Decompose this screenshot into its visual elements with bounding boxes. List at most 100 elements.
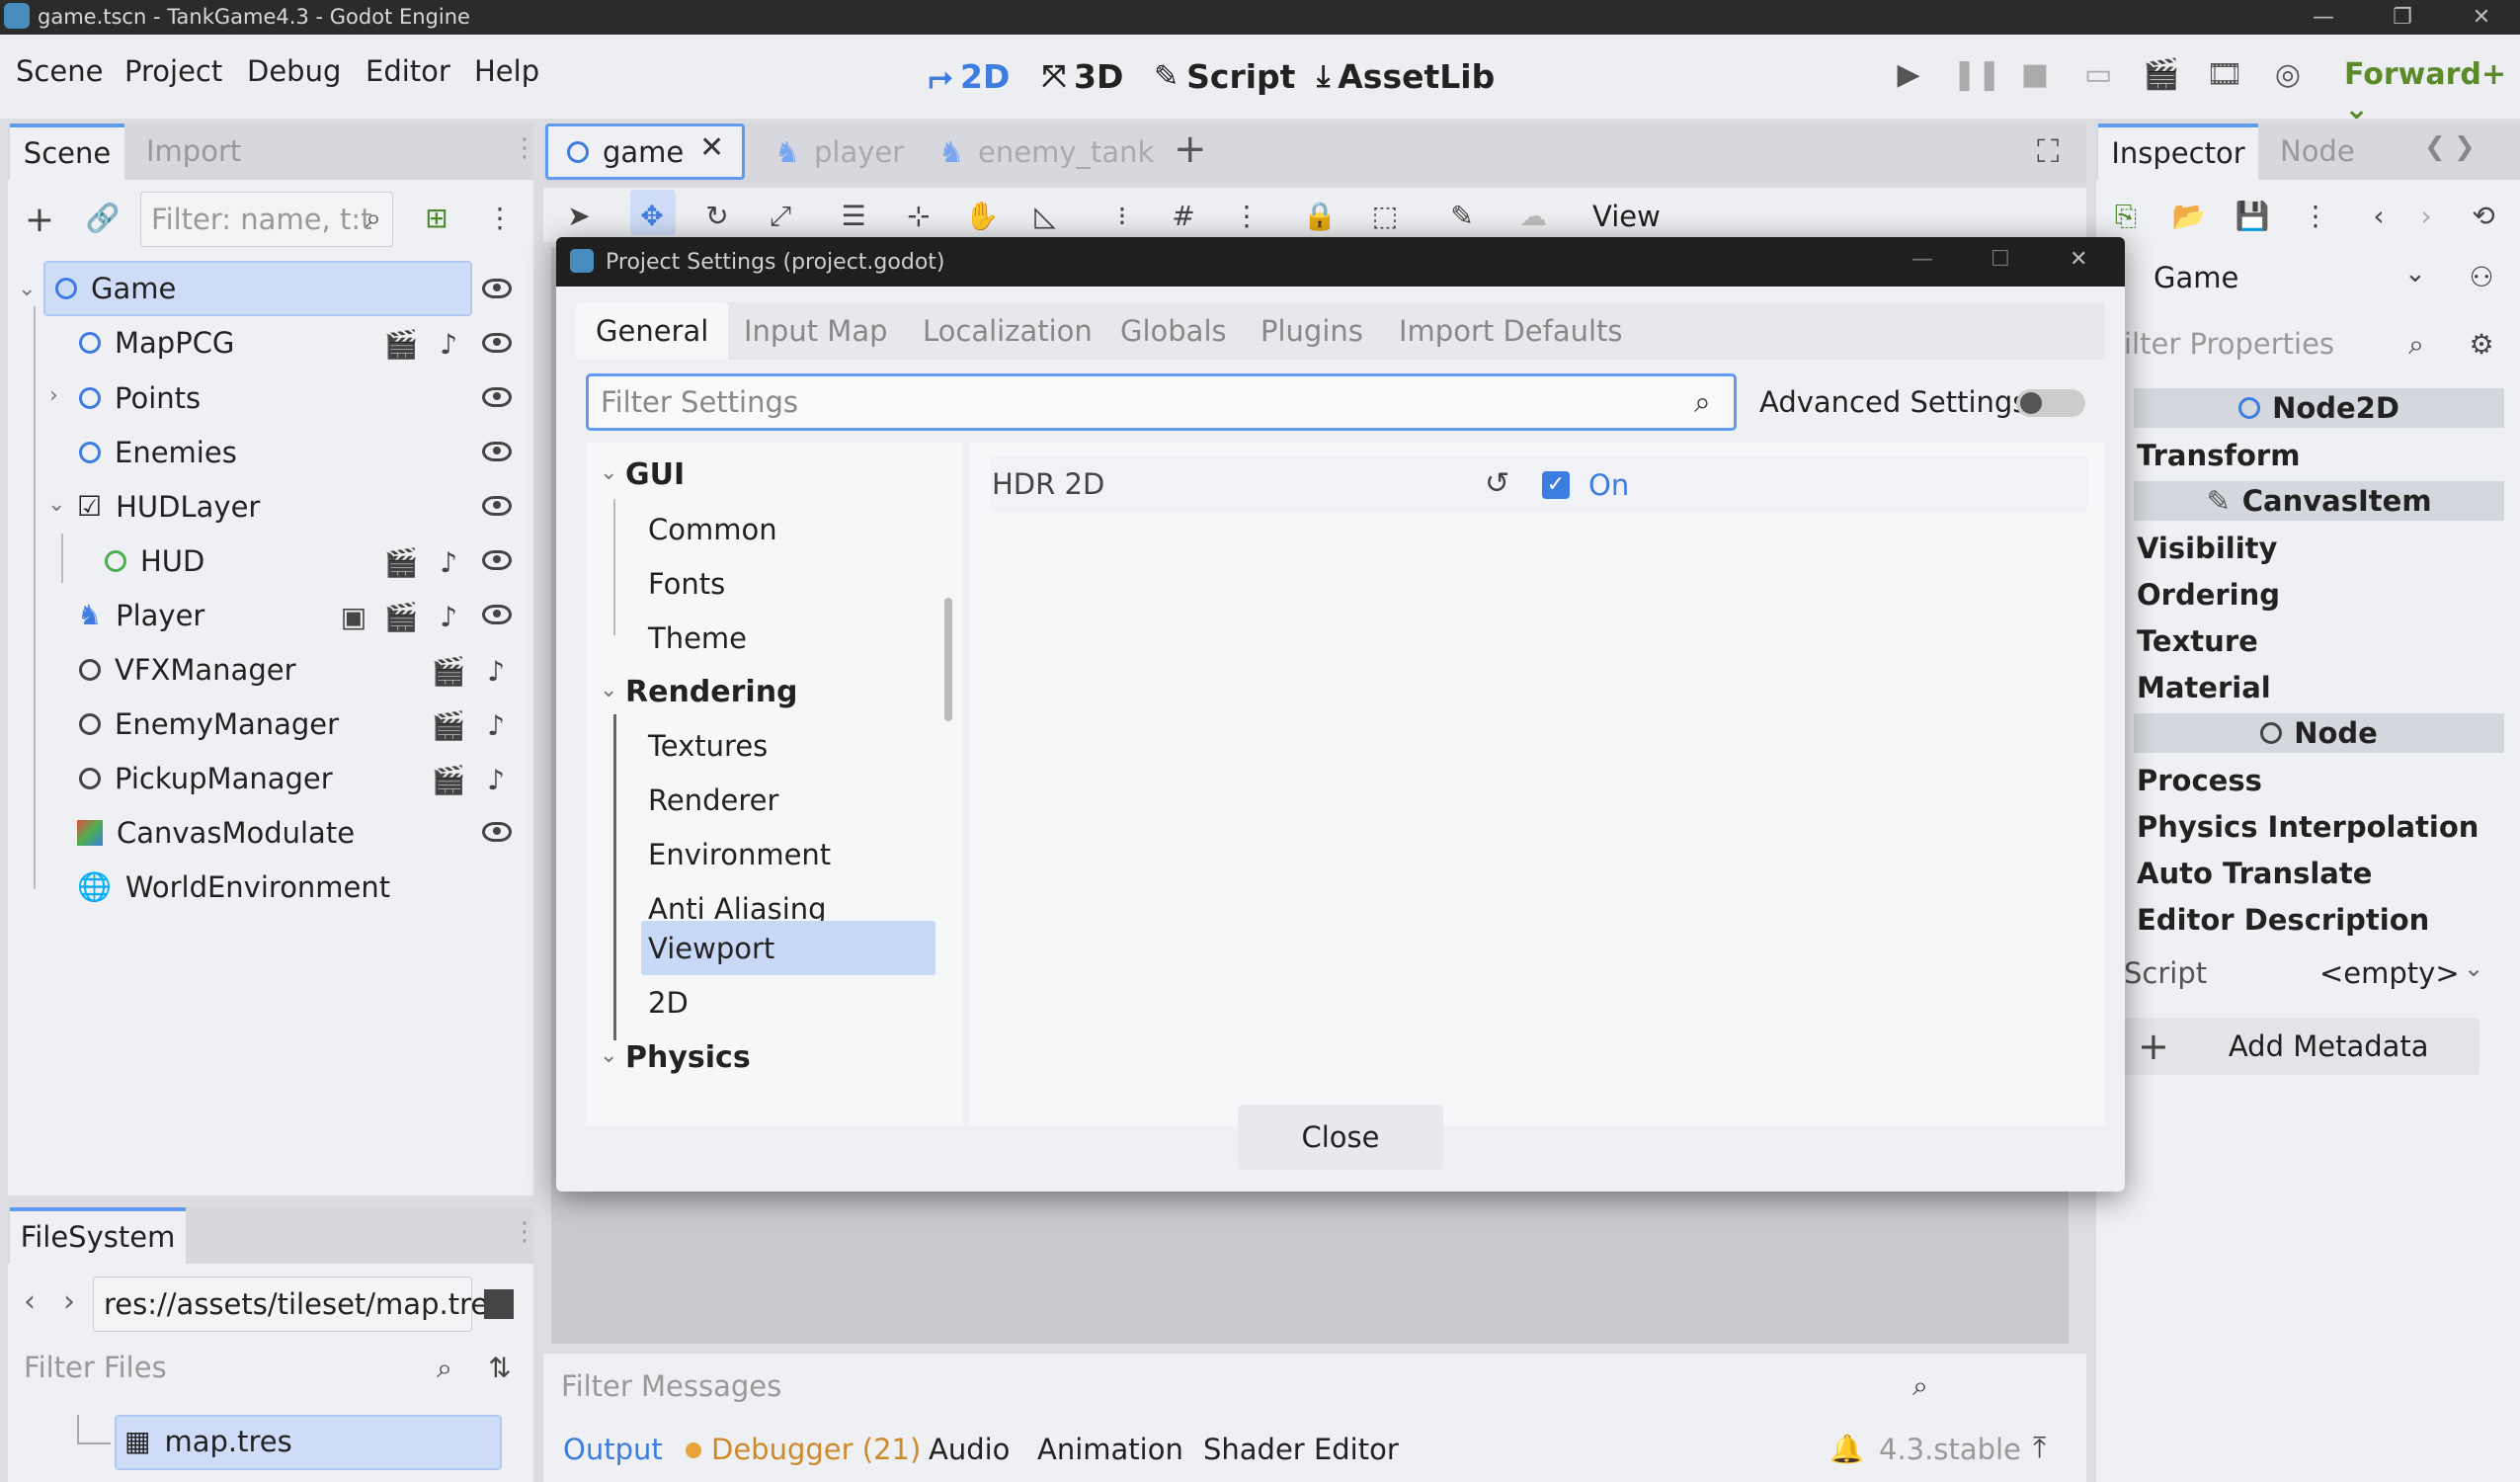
forward-icon[interactable]: › [63,1284,75,1319]
tree-node-pickupmanager[interactable]: PickupManager [79,762,333,795]
inspector-physics-interpolation[interactable]: Physics Interpolation [2137,810,2479,844]
category-gui-theme[interactable]: Theme [648,621,747,655]
scene-instance-icon[interactable]: 🎬 [431,655,466,688]
menu-help[interactable]: Help [474,54,539,88]
workspace-3d[interactable]: ⤧ 3D [1042,57,1123,96]
play-scene-icon[interactable]: 🎬 [2142,57,2181,92]
category-rendering-viewport[interactable]: Viewport [648,932,774,965]
expand-panel-icon[interactable]: ⤒ [2033,1431,2046,1465]
file-item-map-tres[interactable]: ▦ map.tres [124,1425,292,1458]
select-tool-icon[interactable]: ➤ [561,200,597,232]
workspace-2d[interactable]: ⮣ 2D [929,57,1010,96]
tree-node-hudlayer[interactable]: ☑ HUDLayer [77,490,260,524]
workspace-script[interactable]: ✎ Script [1154,57,1295,96]
link-icon[interactable]: 🔗 [85,202,121,234]
lock-icon[interactable]: 🔒 [1302,200,1338,232]
visibility-eye-icon[interactable] [482,387,512,407]
add-metadata-button[interactable]: + Add Metadata [2124,1018,2479,1075]
advanced-settings-toggle[interactable] [2016,389,2085,417]
tree-node-vfxmanager[interactable]: VFXManager [79,653,296,687]
collapse-arrow-icon[interactable]: ⌄ [600,460,617,485]
script-attached-icon[interactable]: ♪ [478,709,514,742]
remote-debug-icon[interactable]: ▭ [2078,57,2118,92]
tab-shader-editor[interactable]: Shader Editor [1203,1433,1399,1466]
tree-node-points[interactable]: Points [79,381,201,415]
script-attached-icon[interactable]: ♪ [478,655,514,688]
tab-debugger[interactable]: Debugger (21) [711,1433,921,1466]
collapse-arrow-icon[interactable]: ⌄ [47,492,65,517]
tab-animation[interactable]: Animation [1037,1433,1183,1466]
script-attached-icon[interactable]: ♪ [431,546,466,579]
tree-node-game[interactable]: Game [55,272,176,305]
view-menu[interactable]: View [1592,200,1661,233]
dialog-tab-import-defaults[interactable]: Import Defaults [1399,314,1623,348]
workspace-assetlib[interactable]: ⤓ AssetLib [1317,57,1495,96]
save-resource-icon[interactable]: 💾 [2235,200,2270,232]
history-icon[interactable]: ⟲ [2466,200,2501,232]
visibility-eye-icon[interactable] [482,605,512,624]
inspector-transform[interactable]: Transform [2137,439,2300,472]
pivot-tool-icon[interactable]: ⊹ [901,200,936,232]
editor-tab-player[interactable]: ♞ player [774,135,904,169]
inspector-editor-description[interactable]: Editor Description [2137,903,2429,937]
visibility-eye-icon[interactable] [482,822,512,842]
history-forward-icon[interactable]: › [2408,200,2444,232]
distraction-free-icon[interactable]: ⛶ [2037,132,2059,171]
next-dock-icon[interactable]: ❯ [2454,132,2476,162]
tree-node-hud[interactable]: HUD [105,544,204,578]
category-rendering-textures[interactable]: Textures [648,729,768,763]
close-tab-icon[interactable]: ✕ [699,130,724,165]
filter-files-input[interactable]: Filter Files [14,1340,468,1395]
close-button[interactable]: Close [1238,1105,1443,1170]
pan-tool-icon[interactable]: ✋ [964,200,1000,232]
play-custom-scene-icon[interactable]: 🎞 [2205,57,2244,92]
dialog-tab-general[interactable]: General [576,302,729,360]
category-gui-fonts[interactable]: Fonts [648,567,725,601]
inspector-section-node2d[interactable]: Node2D [2134,388,2504,428]
tab-scene[interactable]: Scene [10,124,124,180]
minimize-button[interactable]: — [2284,0,2363,35]
cloud-icon[interactable]: ☁ [1515,200,1551,232]
object-properties-icon[interactable]: ⚇ [2464,261,2499,293]
visibility-eye-icon[interactable] [482,496,512,516]
renderer-select[interactable]: Forward+ ⌄ [2344,57,2520,126]
tree-scrollbar[interactable] [944,598,952,721]
scene-instance-icon[interactable]: 🎬 [431,764,466,796]
menu-debug[interactable]: Debug [247,54,341,88]
category-rendering-environment[interactable]: Environment [648,838,831,871]
category-rendering[interactable]: Rendering [625,675,798,709]
script-attached-icon[interactable]: ♪ [478,764,514,796]
dialog-tab-input-map[interactable]: Input Map [744,314,888,348]
dialog-tab-plugins[interactable]: Plugins [1260,314,1363,348]
inspector-auto-translate[interactable]: Auto Translate [2137,857,2372,890]
inspector-material[interactable]: Material [2137,671,2271,704]
property-filter-icon[interactable]: ⚙ [2464,328,2499,361]
expand-arrow-icon[interactable]: › [49,383,58,408]
dialog-minimize-button[interactable]: — [1911,247,1933,272]
script-attached-icon[interactable]: ♪ [431,328,466,361]
hdr-2d-checkbox[interactable]: ✓ [1542,471,1570,499]
tab-import[interactable]: Import [146,134,241,168]
group-icon[interactable]: ▣ [336,601,371,633]
inspector-ordering[interactable]: Ordering [2137,578,2280,612]
tree-node-enemies[interactable]: Enemies [79,436,237,469]
instance-scene-icon[interactable]: ⊞ [419,202,454,234]
inspected-object[interactable]: Game [2154,261,2238,294]
bone-icon[interactable]: ✎ [1444,200,1480,232]
revert-icon[interactable]: ↺ [1485,466,1509,501]
dialog-tab-localization[interactable]: Localization [923,314,1093,348]
script-attached-icon[interactable]: ♪ [431,601,466,633]
category-rendering-renderer[interactable]: Renderer [648,783,778,817]
tree-node-canvasmodulate[interactable]: CanvasModulate [77,816,355,850]
menu-scene[interactable]: Scene [16,54,103,88]
new-tab-icon[interactable]: + [1174,126,1207,172]
category-rendering-2d[interactable]: 2D [648,986,689,1020]
ruler-tool-icon[interactable]: ◺ [1027,200,1063,232]
tab-audio[interactable]: Audio [929,1433,1010,1466]
tab-inspector[interactable]: Inspector [2098,124,2258,180]
visibility-eye-icon[interactable] [482,333,512,353]
add-node-icon[interactable]: + [22,200,57,240]
menu-editor[interactable]: Editor [366,54,450,88]
visibility-eye-icon[interactable] [482,550,512,570]
collapse-arrow-icon[interactable]: ⌄ [600,1043,617,1068]
